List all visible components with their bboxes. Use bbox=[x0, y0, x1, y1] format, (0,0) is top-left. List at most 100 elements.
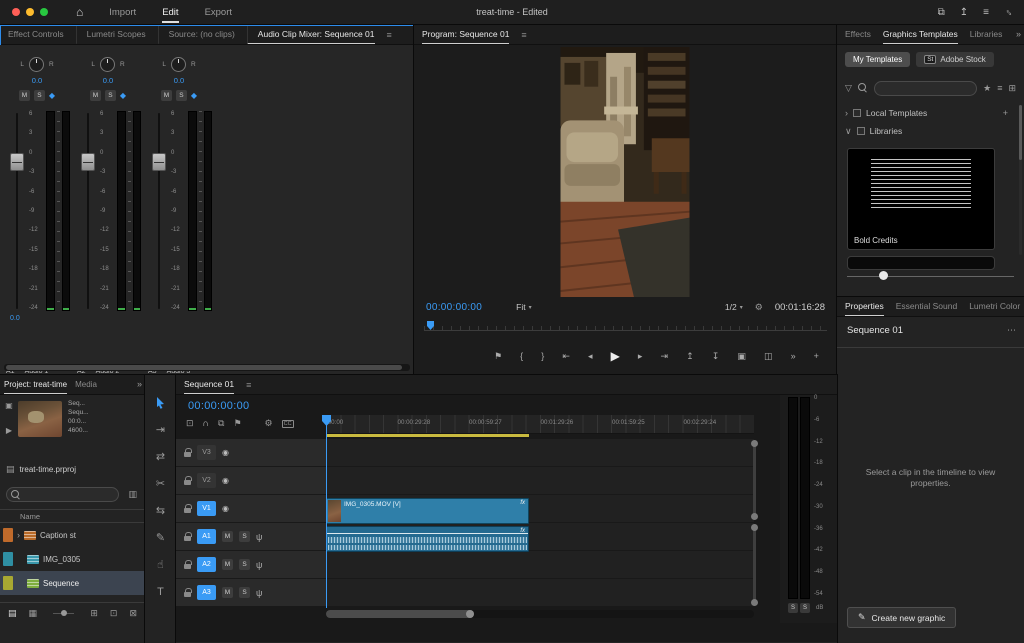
project-item-img0305[interactable]: IMG_0305 bbox=[0, 547, 145, 571]
fader-handle[interactable] bbox=[152, 153, 166, 171]
tab-effects[interactable]: Effects bbox=[845, 25, 871, 45]
track-lock-icon[interactable] bbox=[184, 480, 191, 485]
window-zoom-button[interactable] bbox=[40, 8, 48, 16]
track-target-a1[interactable]: A1 bbox=[197, 529, 216, 544]
create-new-graphic-button[interactable]: ✎ Create new graphic bbox=[847, 607, 956, 628]
tab-audio-clip-mixer[interactable]: Audio Clip Mixer: Sequence 01 bbox=[247, 25, 375, 45]
track-select-forward-tool[interactable]: ⇥ bbox=[145, 416, 176, 443]
quick-export-icon[interactable]: ↥ bbox=[960, 7, 968, 18]
step-back-icon[interactable]: ◂ bbox=[588, 351, 593, 362]
tab-project[interactable]: Project: treat-time bbox=[4, 375, 67, 395]
linked-selection-icon[interactable]: ⧉ bbox=[218, 419, 224, 428]
project-item-caption[interactable]: › Caption st bbox=[0, 523, 145, 547]
fullscreen-icon[interactable]: ⇔ bbox=[1002, 5, 1017, 20]
track-mute-button[interactable]: M bbox=[222, 587, 233, 598]
track-lock-icon[interactable] bbox=[184, 592, 191, 597]
mark-out-icon[interactable]: } bbox=[541, 351, 544, 361]
pan-knob[interactable] bbox=[171, 57, 186, 72]
tab-program-monitor[interactable]: Program: Sequence 01 bbox=[422, 25, 509, 45]
fader-handle[interactable] bbox=[10, 153, 24, 171]
tab-edit[interactable]: Edit bbox=[162, 2, 178, 23]
project-item-sequence[interactable]: Sequence bbox=[0, 571, 145, 595]
ripple-edit-tool[interactable]: ⇄ bbox=[145, 443, 176, 470]
snap-icon[interactable]: ∩ bbox=[203, 419, 209, 428]
fit-dropdown[interactable]: Fit▾ bbox=[516, 302, 531, 312]
keyframe-icon[interactable]: ◆ bbox=[49, 91, 55, 100]
stack-menu-icon[interactable]: ≡ bbox=[983, 7, 989, 18]
track-lock-icon[interactable] bbox=[184, 536, 191, 541]
track-solo-button[interactable]: S bbox=[239, 559, 250, 570]
delete-item-icon[interactable]: ⊠ bbox=[129, 608, 137, 619]
pan-knob[interactable] bbox=[29, 57, 44, 72]
home-icon[interactable]: ⌂ bbox=[76, 5, 83, 19]
mark-in-icon[interactable]: { bbox=[520, 351, 523, 361]
pan-value[interactable]: 0.0 bbox=[146, 76, 212, 85]
timeline-timecode[interactable]: 00:00:00:00 bbox=[188, 400, 249, 412]
settings-wrench-icon[interactable]: ⚙ bbox=[755, 303, 763, 312]
track-target-v1[interactable]: V1 bbox=[197, 501, 216, 516]
mute-button[interactable]: M bbox=[19, 90, 30, 101]
name-column-header[interactable]: Name bbox=[0, 509, 145, 523]
search-bin-icon[interactable]: ▥ bbox=[128, 489, 137, 500]
tab-export[interactable]: Export bbox=[205, 2, 232, 23]
chevron-right-icon[interactable]: › bbox=[17, 531, 20, 540]
tab-media-browser[interactable]: Media bbox=[75, 375, 97, 395]
step-forward-icon[interactable]: ▸ bbox=[638, 351, 643, 362]
voiceover-record-mic-icon[interactable]: ψ bbox=[256, 588, 262, 598]
my-templates-button[interactable]: My Templates bbox=[845, 52, 910, 67]
checkbox[interactable] bbox=[857, 127, 865, 135]
track-lock-icon[interactable] bbox=[184, 564, 191, 569]
timeline-video-clip[interactable]: IMG_0305.MOV [V] fx bbox=[326, 498, 529, 524]
keyframe-icon[interactable]: ◆ bbox=[191, 91, 197, 100]
new-item-icon[interactable]: ⊡ bbox=[110, 608, 118, 619]
new-bin-icon[interactable]: ⊞ bbox=[90, 608, 98, 619]
label-color-chip[interactable] bbox=[3, 552, 13, 566]
fx-badge[interactable]: fx bbox=[520, 528, 525, 534]
templates-vertical-scrollbar[interactable] bbox=[1019, 105, 1022, 255]
tab-import[interactable]: Import bbox=[109, 2, 136, 23]
thumbnail-size-slider[interactable] bbox=[847, 276, 1014, 277]
sort-icon[interactable]: ≡ bbox=[997, 84, 1002, 93]
add-icon[interactable]: + bbox=[1003, 109, 1008, 118]
thumbnail-size-slider-handle[interactable] bbox=[879, 271, 888, 280]
track-target-a3[interactable]: A3 bbox=[197, 585, 216, 600]
razor-tool[interactable]: ✂ bbox=[145, 470, 176, 497]
fader-handle[interactable] bbox=[81, 153, 95, 171]
selection-tool[interactable] bbox=[145, 389, 176, 416]
clip-preview-thumbnail[interactable] bbox=[18, 401, 62, 437]
track-target-a2[interactable]: A2 bbox=[197, 557, 216, 572]
track-lock-icon[interactable] bbox=[184, 508, 191, 513]
thumbnail-zoom-slider[interactable] bbox=[49, 608, 78, 618]
track-target-v2[interactable]: V2 bbox=[197, 473, 216, 488]
type-tool[interactable]: T bbox=[145, 578, 176, 605]
program-timecode[interactable]: 00:00:00:00 bbox=[426, 302, 482, 313]
tab-libraries[interactable]: Libraries bbox=[970, 25, 1003, 45]
timeline-horizontal-scrollbar[interactable] bbox=[326, 610, 754, 618]
tab-effect-controls[interactable]: Effect Controls bbox=[8, 25, 64, 45]
tab-lumetri-scopes[interactable]: Lumetri Scopes bbox=[76, 25, 146, 45]
window-minimize-button[interactable] bbox=[26, 8, 34, 16]
chevron-down-icon[interactable]: ∨ bbox=[845, 127, 852, 136]
timeline-settings-wrench-icon[interactable]: ⚙ bbox=[265, 419, 273, 428]
grid-view-icon[interactable]: ⊞ bbox=[1008, 84, 1016, 93]
workspace-icon[interactable]: ⧉ bbox=[938, 7, 945, 18]
tab-timeline-sequence[interactable]: Sequence 01 bbox=[184, 375, 234, 395]
playback-resolution-dropdown[interactable]: 1/2▾ bbox=[725, 302, 743, 312]
slip-tool[interactable]: ⇆ bbox=[145, 497, 176, 524]
tab-source-monitor[interactable]: Source: (no clips) bbox=[158, 25, 235, 45]
favorites-star-icon[interactable]: ★ bbox=[983, 84, 991, 93]
fader-gain-value[interactable]: 0.0 bbox=[10, 315, 70, 322]
pan-value[interactable]: 0.0 bbox=[75, 76, 141, 85]
track-lock-icon[interactable] bbox=[184, 452, 191, 457]
solo-button[interactable]: S bbox=[176, 90, 187, 101]
video-tracks-zoom-scrollbar[interactable] bbox=[753, 443, 756, 517]
poster-frame-icon[interactable]: ▣ bbox=[5, 401, 13, 410]
track-lane-v2[interactable] bbox=[326, 467, 754, 494]
mute-button[interactable]: M bbox=[161, 90, 172, 101]
templates-search-input[interactable] bbox=[874, 81, 977, 96]
tree-item-libraries[interactable]: ∨ Libraries bbox=[845, 124, 1008, 138]
timeline-ruler[interactable]: :00:0000:00:29:2800:00:59:2700:01:29:260… bbox=[326, 415, 754, 434]
tab-properties[interactable]: Properties bbox=[845, 297, 884, 317]
tab-essential-sound[interactable]: Essential Sound bbox=[896, 297, 957, 317]
pen-tool[interactable]: ✎ bbox=[145, 524, 176, 551]
